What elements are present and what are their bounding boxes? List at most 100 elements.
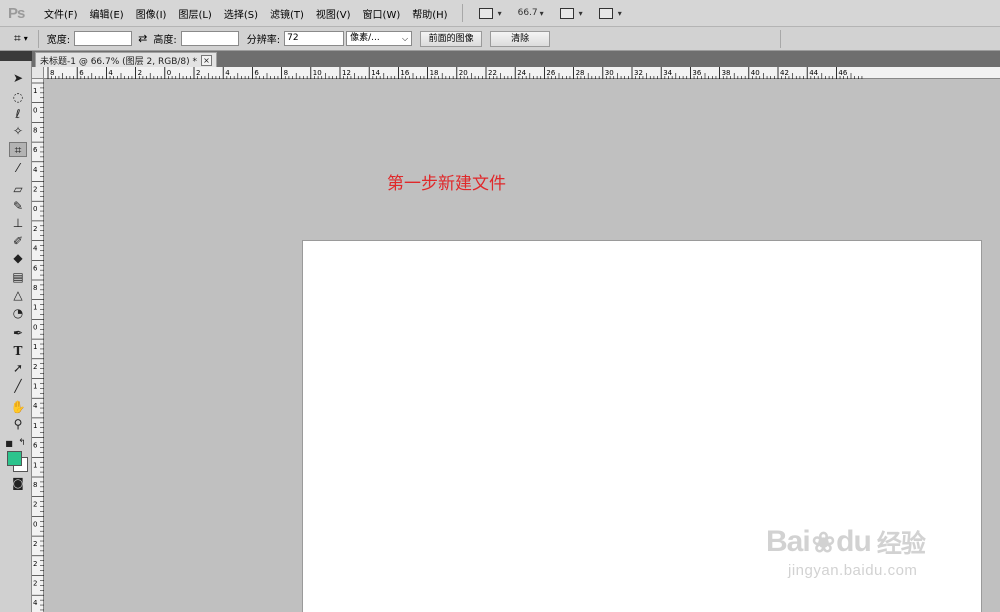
ruler-label: 8 — [33, 126, 37, 134]
hand-tool-icon[interactable]: ✋ — [9, 400, 27, 415]
ruler-label: 26 — [546, 69, 555, 77]
marquee-tool-icon[interactable]: ◌ — [9, 90, 27, 105]
horizontal-ruler[interactable]: 8 6 4 2 0 2 4 6 8 10 12 14 16 18 20 22 24 26 28 30 32 34 36 38 4… — [44, 67, 1000, 79]
ruler-label: 1 — [33, 304, 37, 312]
ruler-label: 4 — [33, 402, 38, 410]
ruler-label: 14 — [371, 69, 380, 77]
lasso-tool-icon[interactable]: ℓ — [9, 107, 27, 122]
front-image-button[interactable]: 前面的图像 — [420, 30, 483, 47]
quick-mask-icon[interactable]: ◙ — [9, 476, 27, 491]
crop-tool-icon[interactable]: ⌗ — [9, 142, 27, 157]
ruler-label: 2 — [33, 225, 37, 233]
ruler-label: 1 — [33, 87, 37, 95]
ruler-label: 38 — [722, 69, 731, 77]
watermark-brand-left: Bai — [766, 525, 811, 558]
menu-help[interactable]: 帮助(H) — [406, 6, 453, 21]
ruler-label: 42 — [780, 69, 789, 77]
zoom-level-dropdown[interactable]: 66.7 ▾ — [518, 8, 544, 18]
ruler-origin[interactable] — [32, 67, 44, 79]
app-logo: Ps — [8, 4, 25, 22]
ruler-label: 30 — [605, 69, 614, 77]
arrange-documents-button[interactable]: ▾ — [559, 7, 583, 19]
dodge-tool-icon[interactable]: ◔ — [9, 306, 27, 321]
resolution-field[interactable]: 72 — [284, 31, 345, 46]
menu-view[interactable]: 视图(V) — [310, 6, 357, 21]
ruler-label: 6 — [33, 146, 38, 154]
ruler-label: 2 — [33, 363, 37, 371]
ruler-label: 2 — [196, 69, 200, 77]
document-tab-title: 未标题-1 @ 66.7% (图层 2, RGB/8) * — [40, 57, 197, 67]
zoom-tool-icon[interactable]: ⚲ — [9, 417, 27, 432]
ruler-label: 28 — [576, 69, 585, 77]
menu-select[interactable]: 选择(S) — [218, 6, 264, 21]
swap-colors-icon[interactable]: ↰ — [17, 436, 27, 451]
chevron-down-icon: ▾ — [539, 8, 544, 18]
ruler-label: 6 — [79, 69, 84, 77]
options-separator — [37, 29, 39, 48]
ruler-label: 0 — [33, 205, 37, 213]
history-brush-tool-icon[interactable]: ✐ — [9, 234, 27, 249]
foreground-color-swatch[interactable] — [7, 451, 22, 466]
height-label: 高度: — [153, 35, 177, 46]
type-tool-icon[interactable]: T — [9, 344, 27, 359]
chevron-down-icon: ▾ — [497, 8, 502, 18]
width-label: 宽度: — [46, 35, 71, 46]
gradient-tool-icon[interactable]: ▤ — [9, 270, 27, 285]
menu-file[interactable]: 文件(F) — [38, 6, 84, 21]
menu-window[interactable]: 窗口(W) — [357, 6, 407, 21]
ruler-label: 2 — [33, 186, 37, 194]
width-field[interactable] — [74, 31, 133, 46]
toolbox-header[interactable] — [0, 51, 32, 61]
menu-bar: Ps 文件(F) 编辑(E) 图像(I) 图层(L) 选择(S) 滤镜(T) 视… — [0, 0, 1000, 27]
healing-brush-tool-icon[interactable]: ▱ — [9, 182, 27, 197]
paw-icon: ❀ — [811, 526, 835, 558]
ruler-label: 0 — [33, 107, 37, 115]
brush-tool-icon[interactable]: ✎ — [9, 199, 27, 214]
screen-mode-button[interactable]: ▾ — [598, 7, 622, 19]
default-colors-icon[interactable]: ■ — [4, 436, 14, 451]
tool-preset-picker[interactable]: ⌗ ▾ — [14, 31, 28, 46]
eraser-tool-icon[interactable]: ◆ — [9, 251, 27, 266]
clone-stamp-tool-icon[interactable]: ⊥ — [9, 216, 27, 231]
ruler-label: 4 — [33, 599, 38, 607]
eyedropper-tool-icon[interactable]: ⁄ — [9, 161, 27, 176]
ruler-label: 22 — [488, 69, 497, 77]
arrange-icon — [559, 7, 574, 19]
line-tool-icon[interactable]: ╱ — [9, 379, 27, 394]
resolution-unit-value: 像素/... — [350, 33, 380, 43]
ruler-label: 2 — [33, 560, 37, 568]
ruler-label: 18 — [430, 69, 439, 77]
options-bar: ⌗ ▾ 宽度: ⇄ 高度: 分辨率: 72 像素/... ⌵ 前面的图像 清除 — [0, 27, 1000, 51]
ruler-label: 20 — [459, 69, 468, 77]
vertical-ruler[interactable]: 108642024681012141618202224 — [32, 79, 44, 612]
ruler-label: 1 — [33, 422, 37, 430]
ruler-label: 12 — [342, 69, 351, 77]
zoom-level-value: 66.7 — [517, 8, 538, 18]
menu-image[interactable]: 图像(I) — [130, 6, 173, 21]
swap-dimensions-icon[interactable]: ⇄ — [138, 32, 147, 45]
ruler-label: 46 — [838, 69, 847, 77]
pen-tool-icon[interactable]: ✒ — [9, 326, 27, 341]
ruler-label: 4 — [225, 69, 230, 77]
ruler-label: 8 — [33, 481, 37, 489]
quick-select-tool-icon[interactable]: ✧ — [9, 124, 27, 139]
ruler-label: 4 — [33, 245, 38, 253]
ruler-label: 0 — [33, 323, 37, 331]
watermark-url: jingyan.baidu.com — [788, 562, 918, 579]
document-tab[interactable]: 未标题-1 @ 66.7% (图层 2, RGB/8) * × — [35, 52, 217, 68]
move-tool-icon[interactable]: ➤ — [9, 71, 27, 86]
menu-edit[interactable]: 编辑(E) — [84, 6, 130, 21]
watermark-logo: Bai ❀ du 经验 — [766, 524, 926, 560]
canvas-workspace[interactable]: 第一步新建文件 Bai ❀ du 经验 jingyan.baidu.com — [44, 79, 1000, 612]
ruler-label: 8 — [50, 69, 54, 77]
menu-filter[interactable]: 滤镜(T) — [264, 6, 310, 21]
clear-button[interactable]: 清除 — [490, 30, 551, 47]
close-icon[interactable]: × — [201, 55, 212, 66]
blur-tool-icon[interactable]: △ — [9, 288, 27, 303]
launch-bridge-button[interactable]: ▾ — [478, 7, 502, 19]
ruler-label: 2 — [138, 69, 142, 77]
resolution-unit-select[interactable]: 像素/... ⌵ — [346, 31, 413, 46]
menu-layer[interactable]: 图层(L) — [172, 6, 217, 21]
height-field[interactable] — [180, 31, 239, 46]
path-select-tool-icon[interactable]: ➚ — [9, 361, 27, 376]
